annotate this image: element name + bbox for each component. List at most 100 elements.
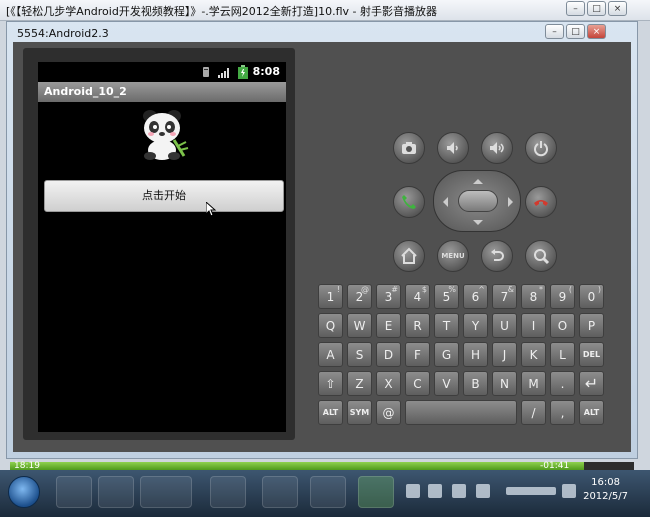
key-5[interactable]: 5% (434, 284, 459, 309)
key-v[interactable]: V (434, 371, 459, 396)
panda-image (143, 110, 189, 160)
taskbar-clock[interactable]: 16:08 2012/5/7 (583, 476, 628, 504)
app-title-bar: Android_10_2 (38, 82, 286, 102)
tray-icon-3[interactable] (452, 484, 466, 498)
back-button[interactable] (481, 240, 513, 272)
maximize-icon[interactable]: □ (566, 24, 585, 39)
status-clock: 8:08 (252, 65, 280, 78)
device-bezel: 8:08 Android_10_2 点击开始 (23, 48, 295, 440)
tray-icon-2[interactable] (428, 484, 442, 498)
key-1[interactable]: 1! (318, 284, 343, 309)
key-space[interactable] (405, 400, 517, 425)
key-h[interactable]: H (463, 342, 488, 367)
camera-button[interactable] (393, 132, 425, 164)
network-icon[interactable] (506, 487, 556, 495)
call-button[interactable] (393, 186, 425, 218)
key-r[interactable]: R (405, 313, 430, 338)
key-b[interactable]: B (463, 371, 488, 396)
dpad-center-button[interactable] (458, 190, 498, 212)
key-e[interactable]: E (376, 313, 401, 338)
key-period[interactable]: . (550, 371, 575, 396)
key-y[interactable]: Y (463, 313, 488, 338)
power-button[interactable] (525, 132, 557, 164)
key-k[interactable]: K (521, 342, 546, 367)
search-icon (534, 249, 550, 265)
key-4[interactable]: 4 $ (405, 284, 430, 309)
key-3[interactable]: 3 # (376, 284, 401, 309)
key-alt-right[interactable]: ALT (579, 400, 604, 425)
tray-icon-4[interactable] (476, 484, 490, 498)
dpad-down-icon[interactable] (473, 220, 483, 230)
search-button[interactable] (525, 240, 557, 272)
minimize-icon[interactable]: – (545, 24, 564, 39)
key-t[interactable]: T (434, 313, 459, 338)
maximize-icon[interactable]: □ (587, 1, 606, 16)
taskbar-app-1[interactable] (56, 476, 92, 508)
key-0[interactable]: 0) (579, 284, 604, 309)
key-sym[interactable]: SYM (347, 400, 372, 425)
volume-down-button[interactable] (437, 132, 469, 164)
close-icon[interactable]: × (587, 24, 606, 39)
key-o[interactable]: O (550, 313, 575, 338)
start-button[interactable] (8, 476, 40, 508)
power-icon (534, 141, 548, 157)
start-button[interactable]: 点击开始 (44, 180, 284, 212)
taskbar-date: 2012/5/7 (583, 491, 628, 502)
dpad-left-icon[interactable] (438, 197, 448, 207)
taskbar-app-4[interactable] (210, 476, 246, 508)
key-slash[interactable]: / (521, 400, 546, 425)
key-a[interactable]: A (318, 342, 343, 367)
key-w[interactable]: W (347, 313, 372, 338)
key-9[interactable]: 9( (550, 284, 575, 309)
taskbar-app-5[interactable] (262, 476, 298, 508)
key-p[interactable]: P (579, 313, 604, 338)
key-m[interactable]: M (521, 371, 546, 396)
key-i[interactable]: I (521, 313, 546, 338)
phone-hangup-icon (534, 200, 548, 206)
key-q[interactable]: Q (318, 313, 343, 338)
key-7[interactable]: 7 & (492, 284, 517, 309)
key-z[interactable]: Z (347, 371, 372, 396)
hardware-keyboard: 1! 2 @ 3 # 4 $ 5% 6 ^ 7 & 8 * 9( 0) Q W E R T … (318, 284, 612, 425)
key-u[interactable]: U (492, 313, 517, 338)
key-alt-left[interactable]: ALT (318, 400, 343, 425)
key-s[interactable]: S (347, 342, 372, 367)
tray-icon-1[interactable] (406, 484, 420, 498)
taskbar-app-7[interactable] (358, 476, 394, 508)
key-x[interactable]: X (376, 371, 401, 396)
taskbar-time: 16:08 (591, 477, 620, 488)
volume-up-button[interactable] (481, 132, 513, 164)
key-j[interactable]: J (492, 342, 517, 367)
taskbar-app-2[interactable] (98, 476, 134, 508)
phone-call-icon (402, 195, 416, 209)
dpad[interactable] (433, 170, 521, 232)
volume-icon[interactable] (562, 484, 576, 498)
key-comma[interactable]: , (550, 400, 575, 425)
key-n[interactable]: N (492, 371, 517, 396)
key-f[interactable]: F (405, 342, 430, 367)
key-g[interactable]: G (434, 342, 459, 367)
minimize-icon[interactable]: – (566, 1, 585, 16)
key-at[interactable]: @ (376, 400, 401, 425)
taskbar-app-6[interactable] (310, 476, 346, 508)
key-l[interactable]: L (550, 342, 575, 367)
end-call-button[interactable] (525, 186, 557, 218)
key-shift[interactable]: ⇧ (318, 371, 343, 396)
key-c[interactable]: C (405, 371, 430, 396)
taskbar-app-3[interactable] (140, 476, 192, 508)
playback-progress-fill (10, 462, 585, 470)
key-2[interactable]: 2 @ (347, 284, 372, 309)
key-6[interactable]: 6 ^ (463, 284, 488, 309)
emulator-window-title: 5554:Android2.3 (17, 27, 109, 40)
key-enter[interactable]: ↵ (579, 371, 604, 396)
dpad-up-icon[interactable] (473, 174, 483, 184)
key-del[interactable]: DEL (579, 342, 604, 367)
key-8[interactable]: 8 * (521, 284, 546, 309)
device-screen[interactable]: 8:08 Android_10_2 点击开始 (38, 62, 286, 432)
home-button[interactable] (393, 240, 425, 272)
dpad-right-icon[interactable] (508, 197, 518, 207)
player-title: [《【轻松几步学Android开发视频教程】》-.学云网2012全新打造]10.… (6, 5, 437, 18)
menu-button[interactable]: MENU (437, 240, 469, 272)
key-d[interactable]: D (376, 342, 401, 367)
close-icon[interactable]: × (608, 1, 627, 16)
